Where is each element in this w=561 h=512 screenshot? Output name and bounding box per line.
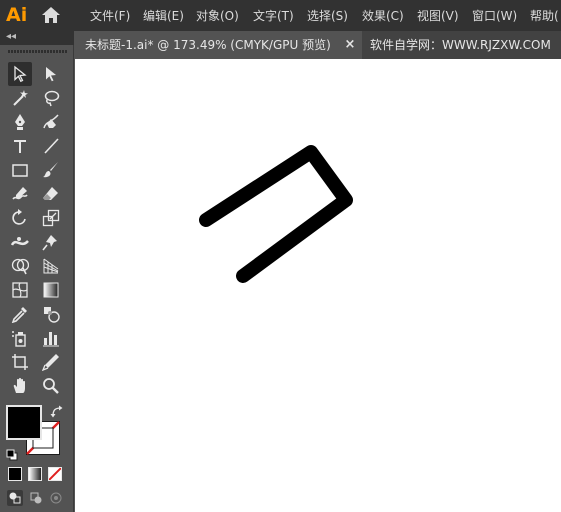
menu-type[interactable]: 文字(T) <box>253 7 294 25</box>
blend-tool-icon[interactable] <box>39 302 63 326</box>
column-graph-tool-icon[interactable] <box>39 326 63 350</box>
hand-tool-icon[interactable] <box>8 374 32 398</box>
menu-effect[interactable]: 效果(C) <box>362 7 404 25</box>
color-mode-button[interactable] <box>8 467 22 481</box>
gradient-mode-button[interactable] <box>28 467 42 481</box>
swap-fill-stroke-icon[interactable] <box>50 404 64 418</box>
draw-behind-button[interactable] <box>28 490 44 506</box>
artboard-tool-icon[interactable] <box>8 350 32 374</box>
menu-object[interactable]: 对象(O) <box>196 7 239 25</box>
width-tool-icon[interactable] <box>8 230 32 254</box>
tab-document-title[interactable]: 未标题-1.ai* @ 173.49% (CMYK/GPU 预览) <box>85 36 331 54</box>
scale-tool-icon[interactable] <box>39 206 63 230</box>
menu-view[interactable]: 视图(V) <box>417 7 459 25</box>
menu-window[interactable]: 窗口(W) <box>472 7 517 25</box>
toolbar-grip[interactable] <box>8 50 68 53</box>
perspective-grid-tool-icon[interactable] <box>39 254 63 278</box>
mesh-tool-icon[interactable] <box>8 278 32 302</box>
app-logo[interactable]: Ai <box>6 3 32 27</box>
drawn-path-artwork[interactable] <box>75 59 561 512</box>
menu-edit[interactable]: 编辑(E) <box>143 7 184 25</box>
collapse-panel-icon[interactable]: ◂◂ <box>6 31 16 43</box>
fill-swatch[interactable] <box>6 405 42 440</box>
tab-secondary-title[interactable]: 软件自学网：WWW.RJZXW.COM <box>370 36 551 54</box>
paintbrush-tool-icon[interactable] <box>39 158 63 182</box>
home-icon[interactable] <box>40 5 62 25</box>
menu-file[interactable]: 文件(F) <box>90 7 130 25</box>
type-tool-icon[interactable] <box>8 134 32 158</box>
gradient-tool-icon[interactable] <box>39 278 63 302</box>
zoom-tool-icon[interactable] <box>39 374 63 398</box>
artboard-canvas[interactable] <box>75 59 561 512</box>
curvature-tool-icon[interactable] <box>39 110 63 134</box>
lasso-tool-icon[interactable] <box>39 86 63 110</box>
none-mode-button[interactable] <box>48 467 62 481</box>
eraser-tool-icon[interactable] <box>39 182 63 206</box>
menu-select[interactable]: 选择(S) <box>307 7 348 25</box>
direct-selection-tool-icon[interactable] <box>39 62 63 86</box>
shape-builder-tool-icon[interactable] <box>8 254 32 278</box>
eyedropper-tool-icon[interactable] <box>8 302 32 326</box>
magic-wand-tool-icon[interactable] <box>8 86 32 110</box>
draw-inside-button[interactable] <box>48 490 64 506</box>
symbol-sprayer-tool-icon[interactable] <box>8 326 32 350</box>
rectangle-tool-icon[interactable] <box>8 158 32 182</box>
default-fill-stroke-icon[interactable] <box>6 446 18 461</box>
draw-normal-button[interactable] <box>7 490 23 506</box>
tab-close-button[interactable]: × <box>344 36 356 54</box>
pen-tool-icon[interactable] <box>8 110 32 134</box>
rotate-tool-icon[interactable] <box>8 206 32 230</box>
menu-help[interactable]: 帮助( <box>530 7 559 25</box>
slice-tool-icon[interactable] <box>39 350 63 374</box>
line-segment-tool-icon[interactable] <box>39 134 63 158</box>
shaper-tool-icon[interactable] <box>8 182 32 206</box>
selection-tool-icon[interactable] <box>8 62 32 86</box>
puppet-warp-tool-icon[interactable] <box>39 230 63 254</box>
